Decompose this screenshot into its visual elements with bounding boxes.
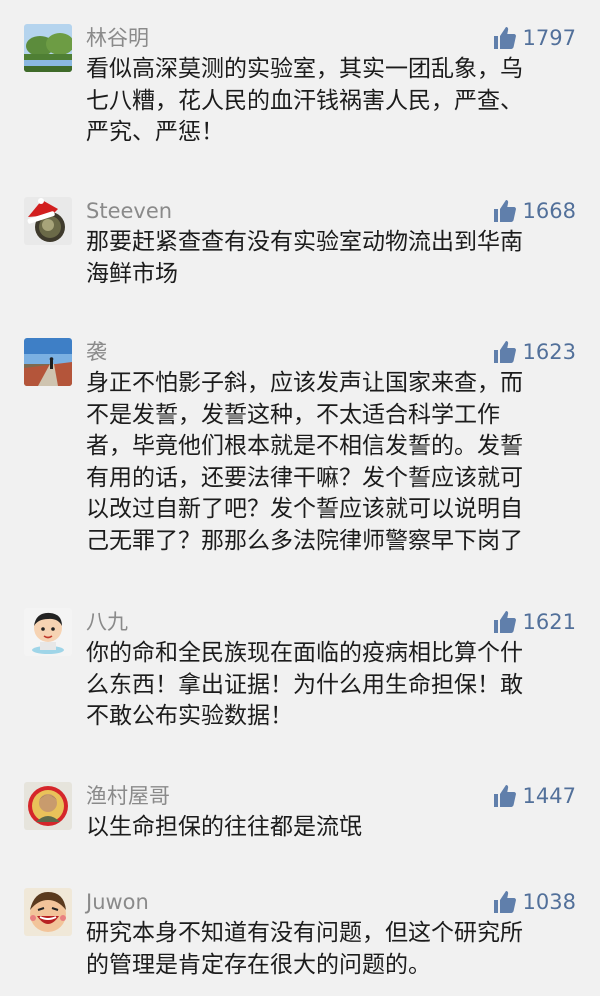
- comment-item: 袭 1623 身正不怕影子斜，应该发声让国家来查，而 不是发誓，发誓这种，不太适…: [0, 338, 600, 568]
- comment-item: Juwon 1038 研究本身不知道有没有问题，但这个研究所 的管理是肯定存在很…: [0, 888, 600, 988]
- comment-text-line: 海鲜市场: [86, 260, 178, 287]
- comment-text-line: 严究、严惩！: [86, 119, 224, 145]
- comment-text-line: 己无罪了？那那么多法院律师警察早下岗了: [86, 527, 523, 554]
- like-count: 1038: [522, 890, 576, 914]
- laughing-cartoon-avatar-icon[interactable]: [24, 888, 72, 936]
- like-count: 1668: [522, 199, 576, 223]
- like-button[interactable]: 1621: [493, 608, 576, 636]
- comment-text-line: 不是发誓，发誓这种，不太适合科学工作: [86, 401, 500, 428]
- santa-hat-avatar-icon[interactable]: [24, 197, 72, 245]
- like-count: 1621: [522, 610, 576, 634]
- comment-text-line: 不敢公布实验数据！: [86, 703, 293, 729]
- comment-text: 身正不怕影子斜，应该发声让国家来查，而 不是发誓，发誓这种，不太适合科学工作 者…: [86, 368, 576, 557]
- comment-text-line: 的管理是肯定存在很大的问题的。: [86, 951, 431, 978]
- comment-item: 八九 1621 你的命和全民族现在面临的疫病相比算个什 么东西！拿出证据！为什么…: [0, 608, 600, 738]
- comment-text-line: 七八糟，花人民的血汗钱祸害人民，严查、: [86, 87, 523, 114]
- comment-text: 那要赶紧查查有没有实验室动物流出到华南 海鲜市场: [86, 227, 576, 290]
- thumbs-up-icon: [493, 890, 517, 914]
- comment-text: 以生命担保的往往都是流氓: [86, 812, 576, 844]
- comment-username[interactable]: 袭: [86, 338, 107, 366]
- comment-text-line: 研究本身不知道有没有问题，但这个研究所: [86, 920, 523, 946]
- portrait-avatar-icon[interactable]: [24, 782, 72, 830]
- comment-username[interactable]: 八九: [86, 608, 128, 636]
- like-button[interactable]: 1623: [493, 338, 576, 366]
- comment-text-line: 那要赶紧查查有没有实验室动物流出到华南: [86, 229, 523, 255]
- comment-text-line: 有用的话，还要法律干嘛？发个誓应该就可: [86, 464, 523, 491]
- comment-text-line: 你的命和全民族现在面临的疫病相比算个什: [86, 640, 523, 666]
- comment-text-line: 看似高深莫测的实验室，其实一团乱象，乌: [86, 56, 523, 82]
- comment-text-line: 以改过自新了吧？发个誓应该就可以说明自: [86, 496, 523, 522]
- comment-username[interactable]: Steeven: [86, 197, 172, 225]
- thumbs-up-icon: [493, 610, 517, 634]
- road-photo-avatar-icon[interactable]: [24, 338, 72, 386]
- comment-text-line: 身正不怕影子斜，应该发声让国家来查，而: [86, 370, 523, 396]
- comment-username[interactable]: Juwon: [86, 888, 149, 916]
- comment-item: Steeven 1668 那要赶紧查查有没有实验室动物流出到华南 海鲜市场: [0, 197, 600, 297]
- like-button[interactable]: 1797: [493, 24, 576, 52]
- thumbs-up-icon: [493, 340, 517, 364]
- like-button[interactable]: 1038: [493, 888, 576, 916]
- like-count: 1797: [522, 26, 576, 50]
- cartoon-boy-avatar-icon[interactable]: [24, 608, 72, 656]
- comment-text: 研究本身不知道有没有问题，但这个研究所 的管理是肯定存在很大的问题的。: [86, 918, 576, 981]
- comment-text-line: 么东西！拿出证据！为什么用生命担保！敢: [86, 671, 523, 698]
- landscape-avatar-icon[interactable]: [24, 24, 72, 72]
- comment-item: 渔村屋哥 1447 以生命担保的往往都是流氓: [0, 782, 600, 852]
- like-button[interactable]: 1668: [493, 197, 576, 225]
- comment-item: 林谷明 1797 看似高深莫测的实验室，其实一团乱象，乌 七八糟，花人民的血汗钱…: [0, 24, 600, 154]
- comment-text: 你的命和全民族现在面临的疫病相比算个什 么东西！拿出证据！为什么用生命担保！敢 …: [86, 638, 576, 733]
- like-count: 1623: [522, 340, 576, 364]
- comment-text-line: 以生命担保的往往都是流氓: [86, 814, 362, 840]
- thumbs-up-icon: [493, 26, 517, 50]
- like-button[interactable]: 1447: [493, 782, 576, 810]
- comment-username[interactable]: 林谷明: [86, 24, 149, 52]
- like-count: 1447: [522, 784, 576, 808]
- comment-text: 看似高深莫测的实验室，其实一团乱象，乌 七八糟，花人民的血汗钱祸害人民，严查、 …: [86, 54, 576, 149]
- comment-text-line: 者，毕竟他们根本就是不相信发誓的。发誓: [86, 433, 523, 459]
- thumbs-up-icon: [493, 199, 517, 223]
- comment-username[interactable]: 渔村屋哥: [86, 782, 170, 810]
- thumbs-up-icon: [493, 784, 517, 808]
